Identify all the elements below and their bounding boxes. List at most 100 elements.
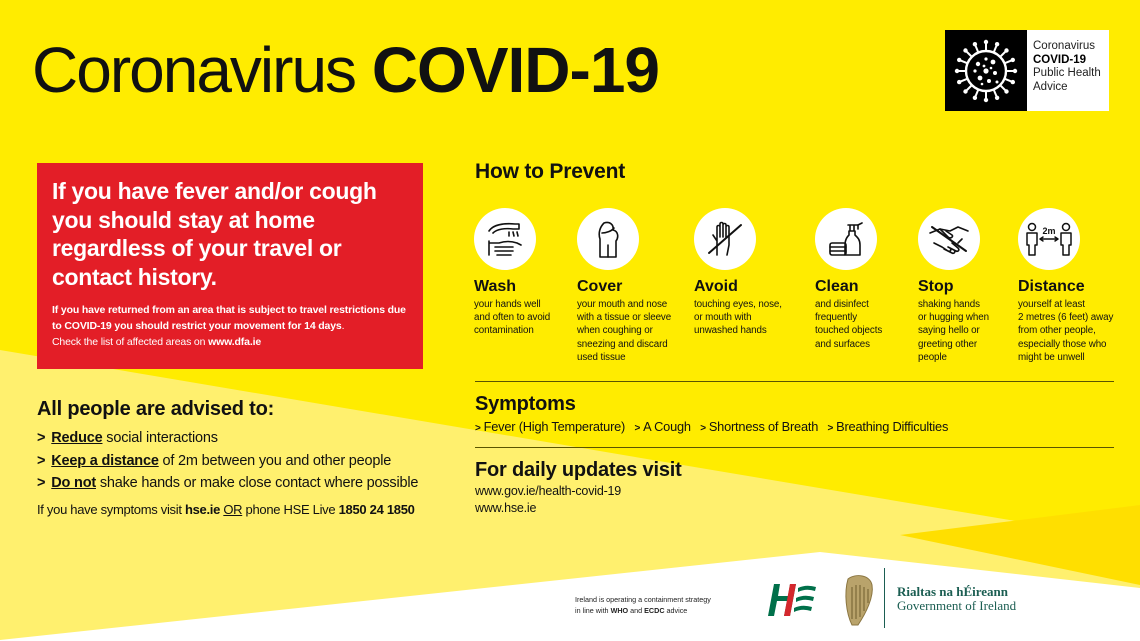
desc-line: or mouth with — [694, 312, 752, 324]
symptom-item: > A Cough — [634, 419, 691, 434]
dfa-link[interactable]: www.dfa.ie — [208, 336, 261, 348]
badge-line-3: Public Health — [1033, 67, 1101, 79]
divider — [475, 381, 1114, 382]
symptoms-section: Symptoms > Fever (High Temperature) > A Co… — [475, 392, 954, 434]
symptoms-heading: Symptoms — [475, 393, 576, 415]
hse-live-phone[interactable]: 1850 24 1850 — [339, 502, 415, 517]
advice-emphasis: Reduce — [51, 430, 103, 446]
chevron-right-icon: > — [634, 423, 641, 434]
public-health-advice-badge: Coronavirus COVID-19 Public Health Advic… — [945, 30, 1109, 111]
title-covid19: COVID-19 — [371, 34, 660, 106]
desc-line: and often to avoid — [474, 312, 551, 324]
virus-spike-tip — [972, 41, 978, 46]
desc-line: especially those who — [1018, 338, 1107, 350]
updates-section: For daily updates visit www.gov.ie/healt… — [475, 457, 682, 516]
desc-line: sneezing and discard — [577, 338, 668, 350]
hse-website-link[interactable]: www.hse.ie — [475, 500, 682, 517]
virus-spike-tip — [1010, 57, 1015, 62]
strategy-who: WHO — [610, 605, 629, 615]
alert-headline: If you have fever and/or cough you shoul… — [52, 178, 377, 290]
chevron-right-icon: > — [700, 423, 706, 434]
symptom-item: > Shortness of Breath — [700, 419, 818, 434]
harp-emblem-icon — [842, 573, 876, 634]
prevent-desc: and disinfect frequently touched objects… — [815, 298, 925, 351]
prevent-label: Distance — [1018, 278, 1085, 295]
desc-line: with a tissue or sleeve — [577, 312, 672, 324]
advice-emphasis: Keep a distance — [51, 452, 159, 469]
advice-heading: All people are advised to: — [37, 398, 275, 420]
strategy-line-2: in line with WHO and ECDC advice — [575, 606, 711, 617]
chevron-right-icon: > — [827, 423, 834, 434]
desc-line: your hands well — [474, 299, 541, 310]
prevent-label: Wash — [474, 278, 517, 295]
virus-spike-tip — [1010, 79, 1015, 84]
prevent-desc: your hands well and often to avoid conta… — [474, 298, 584, 338]
divider — [475, 447, 1114, 448]
strategy-ecdc: ECDC — [644, 605, 665, 615]
prevent-item-stop: Stop shaking hands or hugging when sayin… — [918, 208, 1028, 364]
desc-line: and surfaces — [815, 338, 870, 350]
strategy-suffix: advice — [664, 605, 688, 615]
desc-line: yourself at least — [1018, 299, 1085, 310]
virus-spike-tip — [1004, 47, 1009, 53]
advice-text: shake hands or make close contact where … — [95, 475, 419, 491]
prevent-desc: yourself at least 2 metres (6 feet) away… — [1018, 298, 1128, 364]
gov-irish-name: Rialtas na hÉireann — [897, 584, 1009, 599]
hse-link[interactable]: hse.ie — [185, 502, 220, 517]
advice-item: > Do not shake hands or make close contac… — [37, 472, 437, 495]
desc-line: contamination — [474, 325, 534, 337]
symptom-item: > Fever (High Temperature) — [475, 419, 625, 434]
strategy-line-1: Ireland is operating a containment strat… — [575, 595, 711, 604]
title-coronavirus: Coronavirus — [32, 34, 357, 106]
cleaning-spray-icon — [815, 208, 877, 270]
virus-spike-tip — [963, 47, 968, 53]
symptom-text: Shortness of Breath — [708, 419, 819, 434]
alert-travel-restriction: If you have returned from an area that i… — [52, 304, 406, 332]
strategy-and: and — [628, 605, 645, 615]
virus-spike-tip — [983, 97, 989, 102]
prevent-label: Avoid — [694, 278, 738, 295]
prevent-label: Stop — [918, 278, 954, 295]
note-prefix: If you have symptoms visit — [37, 501, 185, 517]
desc-line: saying hello or — [918, 325, 980, 337]
symptom-text: A Cough — [643, 419, 691, 434]
virus-spike-tip — [963, 88, 968, 94]
virus-spike-tip — [972, 95, 978, 100]
desc-line: used tissue — [577, 351, 626, 363]
gov-english-name: Government of Ireland — [897, 598, 1017, 613]
symptoms-list: > Fever (High Temperature) > A Cough > Shor… — [475, 419, 954, 434]
prevent-item-cover: Cover your mouth and nose with a tissue … — [577, 208, 687, 364]
desc-line: when coughing or — [577, 325, 653, 337]
distance-2m-label: 2m — [1042, 226, 1055, 236]
note-or: OR — [223, 501, 243, 517]
badge-line-2: COVID-19 — [1033, 53, 1087, 66]
virus-spike-tip — [1012, 68, 1018, 73]
chevron-right-icon: > — [37, 475, 46, 491]
strategy-prefix: in line with — [575, 605, 611, 615]
note-mid: phone HSE Live — [242, 501, 339, 517]
gov-health-link[interactable]: www.gov.ie/health-covid-19 — [475, 483, 682, 500]
chevron-right-icon: > — [37, 452, 46, 469]
hse-logo — [768, 580, 818, 625]
desc-line: shaking hands — [918, 299, 980, 310]
prevent-heading: How to Prevent — [475, 160, 626, 183]
virus-spike-tip — [1004, 88, 1009, 94]
prevent-item-avoid: Avoid touching eyes, nose, or mouth with… — [694, 208, 804, 338]
desc-line: touching eyes, nose, — [694, 299, 782, 310]
prevent-item-clean: Clean and disinfect frequently touched o… — [815, 208, 925, 351]
virus-spike-tip — [994, 41, 1000, 46]
desc-line: your mouth and nose — [577, 299, 668, 310]
prevent-label: Clean — [815, 278, 859, 295]
desc-line: touched objects — [815, 325, 883, 337]
symptoms-contact-note: If you have symptoms visit hse.ie OR pho… — [37, 501, 437, 519]
no-touch-hand-icon — [694, 208, 756, 270]
alert-period: . — [341, 320, 345, 332]
desc-line: greeting other — [918, 338, 978, 350]
prevent-desc: shaking hands or hugging when saying hel… — [918, 298, 1028, 364]
virus-spike-tip — [983, 39, 989, 44]
logo-divider — [884, 568, 885, 628]
prevent-label: Cover — [577, 278, 623, 295]
badge-line-1: Coronavirus — [1033, 40, 1095, 52]
advice-item: > Reduce social interactions — [37, 427, 437, 450]
symptom-text: Breathing Difficulties — [836, 419, 949, 434]
